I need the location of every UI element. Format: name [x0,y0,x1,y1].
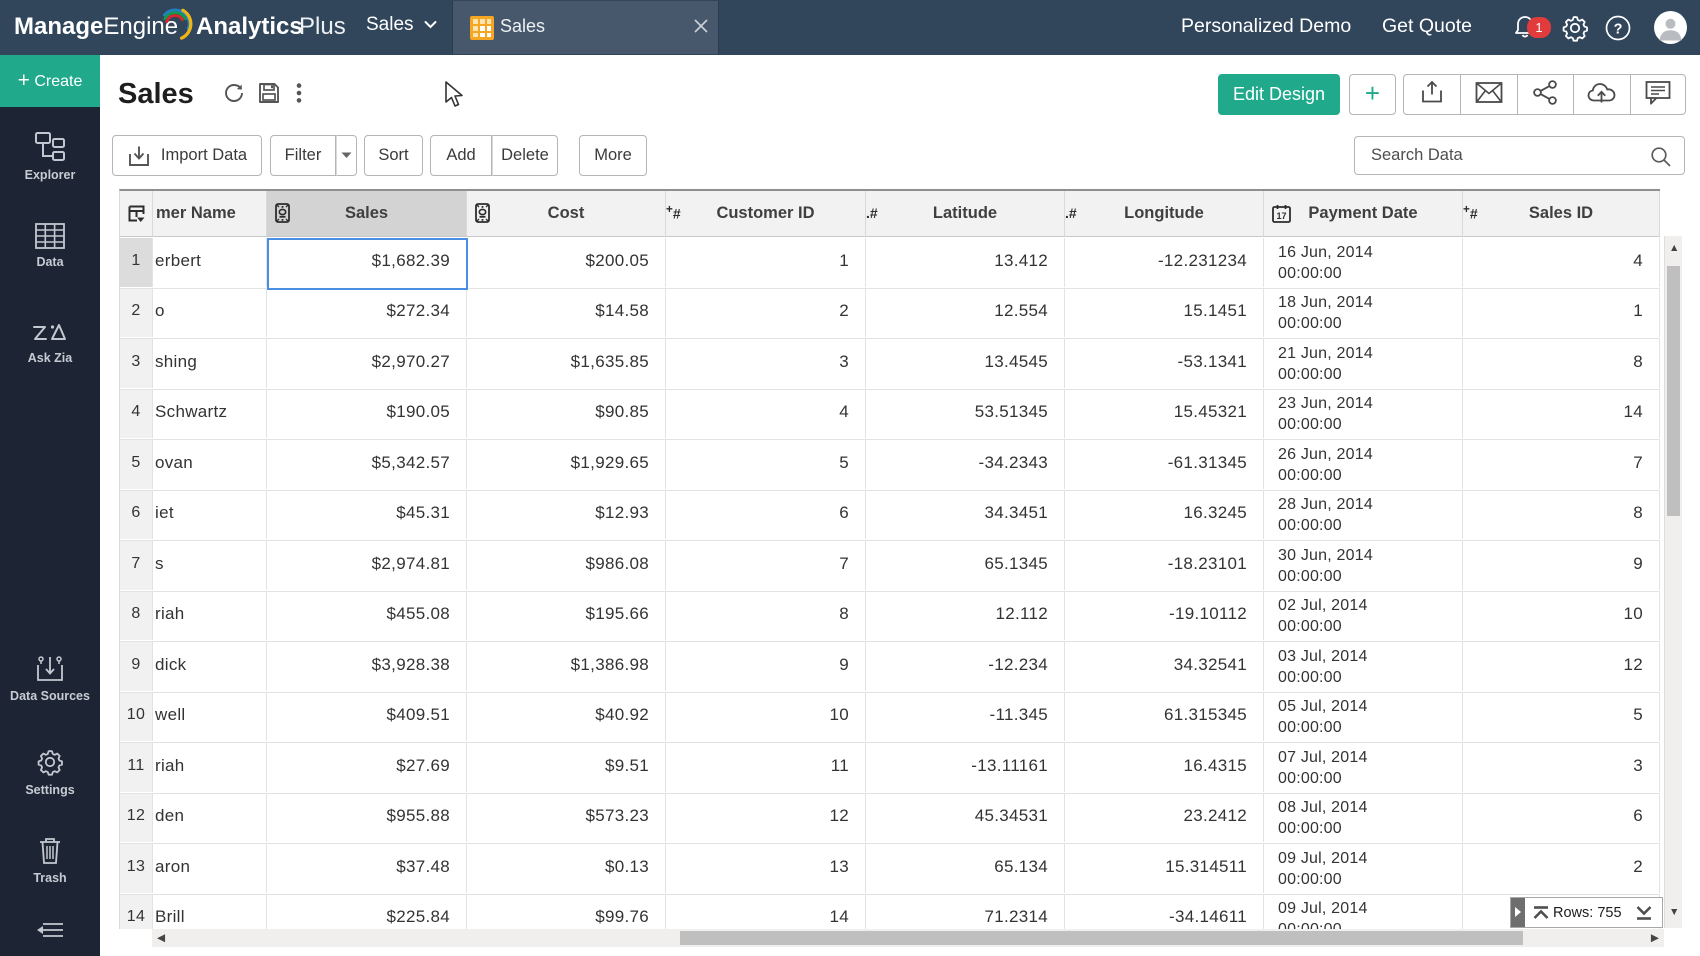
svg-text:?: ? [1614,22,1623,38]
